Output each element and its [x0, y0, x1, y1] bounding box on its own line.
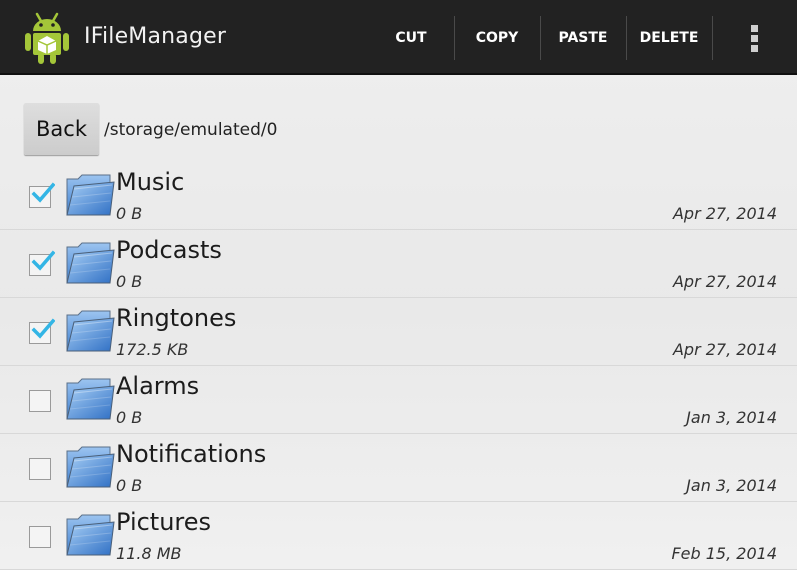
file-row[interactable]: Ringtones 172.5 KB Apr 27, 2014: [0, 298, 797, 366]
back-button[interactable]: Back: [24, 103, 99, 155]
file-date: Jan 3, 2014: [686, 408, 777, 427]
cut-button[interactable]: CUT: [370, 0, 452, 75]
file-size: 0 B: [116, 204, 143, 223]
file-date: Feb 15, 2014: [671, 544, 777, 563]
folder-icon: [66, 310, 115, 352]
paste-button[interactable]: PASTE: [541, 0, 625, 75]
file-date: Apr 27, 2014: [672, 340, 777, 359]
select-checkbox[interactable]: [29, 318, 55, 344]
android-app-icon: [25, 12, 69, 64]
select-checkbox[interactable]: [29, 250, 55, 276]
overflow-menu-icon[interactable]: [730, 0, 780, 75]
file-name: Alarms: [116, 372, 200, 400]
folder-icon: [66, 242, 115, 284]
folder-icon: [66, 514, 115, 556]
file-name: Pictures: [116, 508, 212, 536]
action-divider: [712, 16, 713, 60]
file-size: 0 B: [116, 408, 143, 427]
file-date: Jan 3, 2014: [686, 476, 777, 495]
checkmark-icon: [31, 250, 55, 271]
checkmark-icon: [31, 318, 55, 339]
file-name: Music: [116, 168, 185, 196]
file-name: Podcasts: [116, 236, 222, 264]
folder-icon: [66, 378, 115, 420]
select-checkbox[interactable]: [29, 182, 55, 208]
folder-icon: [66, 174, 115, 216]
file-row[interactable]: Alarms 0 B Jan 3, 2014: [0, 366, 797, 434]
app-title: IFileManager: [84, 24, 227, 49]
file-date: Apr 27, 2014: [672, 204, 777, 223]
file-row[interactable]: Music 0 B Apr 27, 2014: [0, 162, 797, 230]
file-name: Ringtones: [116, 304, 237, 332]
file-size: 11.8 MB: [116, 544, 182, 563]
file-size: 0 B: [116, 476, 143, 495]
file-size: 0 B: [116, 272, 143, 291]
copy-button[interactable]: COPY: [455, 0, 539, 75]
file-row[interactable]: Pictures 11.8 MB Feb 15, 2014: [0, 502, 797, 570]
checkmark-icon: [31, 182, 55, 203]
select-checkbox[interactable]: [29, 390, 51, 412]
select-checkbox[interactable]: [29, 526, 51, 548]
action-bar: IFileManager CUT COPY PASTE DELETE: [0, 0, 797, 75]
delete-button[interactable]: DELETE: [627, 0, 711, 75]
file-row[interactable]: Notifications 0 B Jan 3, 2014: [0, 434, 797, 502]
file-size: 172.5 KB: [116, 340, 189, 359]
select-checkbox[interactable]: [29, 458, 51, 480]
file-row[interactable]: Podcasts 0 B Apr 27, 2014: [0, 230, 797, 298]
current-path: /storage/emulated/0: [104, 120, 278, 140]
folder-icon: [66, 446, 115, 488]
file-list: Music 0 B Apr 27, 2014 Podcasts 0 B Apr …: [0, 162, 797, 570]
file-name: Notifications: [116, 440, 267, 468]
file-date: Apr 27, 2014: [672, 272, 777, 291]
